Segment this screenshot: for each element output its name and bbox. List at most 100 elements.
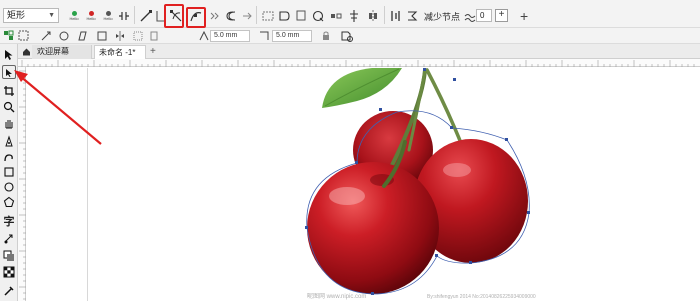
- horizontal-ruler[interactable]: [18, 59, 700, 67]
- break-curve-icon: [119, 12, 129, 20]
- transform-icon[interactable]: [40, 30, 52, 42]
- chevron-down-icon: ▼: [48, 12, 55, 19]
- add-node-label: Hello: [69, 15, 79, 21]
- reduce-nodes-button[interactable]: 减少节点: [424, 10, 460, 23]
- polygon-tool[interactable]: [2, 195, 16, 209]
- pan-tool[interactable]: [2, 116, 16, 130]
- new-tab-button[interactable]: +: [146, 45, 156, 59]
- zoom-tool[interactable]: [2, 100, 16, 114]
- artistic-media-tool[interactable]: [2, 150, 16, 164]
- pen-icon: [5, 135, 13, 147]
- mirror-vertical-button[interactable]: [388, 6, 402, 26]
- reverse-direction-button[interactable]: [240, 6, 254, 26]
- to-line-icon: [140, 10, 152, 22]
- symmetrical-node-button[interactable]: [222, 6, 238, 26]
- align-nodes-button[interactable]: [346, 6, 362, 26]
- text-icon: 字: [3, 216, 15, 228]
- highlight-box-to-curve: [164, 4, 184, 28]
- object-type-select[interactable]: 矩形 ▼: [3, 8, 59, 23]
- home-icon: [23, 48, 30, 56]
- property-bar: 矩形 ▼ Hello Hello Hello 减少节点 0 + +: [0, 0, 700, 28]
- rotate-icon[interactable]: [58, 30, 70, 42]
- rotate-nodes-icon: [331, 13, 342, 19]
- freehand-tool[interactable]: [2, 134, 16, 148]
- symmetrical-node-icon: [226, 11, 236, 21]
- width-icon: [198, 30, 210, 42]
- scale-icon[interactable]: [96, 30, 108, 42]
- extend-curve-button[interactable]: [260, 6, 276, 26]
- shadow-icon: [3, 250, 14, 261]
- delete-node-button[interactable]: Hello: [83, 6, 99, 26]
- text-tool[interactable]: 字: [2, 214, 16, 228]
- checker-icon: [3, 266, 15, 278]
- brush-icon: [4, 154, 13, 162]
- elastic-mode-button[interactable]: [404, 6, 420, 26]
- width-field[interactable]: 5.0 mm: [210, 30, 250, 42]
- smooth-node-button[interactable]: [207, 6, 221, 26]
- extract-subpath-button[interactable]: [276, 6, 292, 26]
- rectangle-icon: [4, 167, 14, 177]
- eyedropper-tool[interactable]: [2, 284, 16, 298]
- mirror-vertical-icon: [391, 11, 400, 21]
- reverse-direction-icon: [243, 12, 252, 20]
- add-icon[interactable]: +: [520, 8, 528, 24]
- rectangle-tool[interactable]: [2, 165, 16, 179]
- node-options-icon[interactable]: [340, 30, 354, 42]
- break-curve-button[interactable]: [116, 6, 132, 26]
- align-nodes-icon: [350, 10, 358, 22]
- shape-tool[interactable]: [2, 65, 16, 79]
- lock-ratio-icon[interactable]: [148, 30, 160, 42]
- highlight-box-cusp: [186, 7, 206, 28]
- rotate-nodes-button[interactable]: [328, 6, 344, 26]
- join-nodes-label: Hello: [103, 15, 113, 21]
- height-icon: [258, 30, 270, 42]
- add-button[interactable]: +: [495, 9, 508, 22]
- grid-icon[interactable]: [132, 30, 144, 42]
- join-nodes-button[interactable]: Hello: [100, 6, 116, 26]
- select-all-nodes-icon[interactable]: [18, 30, 30, 42]
- crop-icon: [4, 86, 14, 96]
- cherry-artwork[interactable]: 昵图网 www.nipic.com By:shifengyun 2014 No:…: [27, 68, 700, 301]
- elastic-mode-icon: [408, 11, 418, 21]
- ellipse-icon: [4, 182, 14, 192]
- eyedropper-icon: [4, 286, 14, 296]
- tab-untitled-document[interactable]: 未命名 -1*: [94, 45, 146, 59]
- auto-close-button[interactable]: [294, 6, 308, 26]
- extend-curve-icon: [262, 11, 274, 21]
- height-field[interactable]: 5.0 mm: [272, 30, 312, 42]
- leaf: [322, 68, 402, 108]
- auto-close-icon: [296, 10, 306, 21]
- delete-node-label: Hello: [86, 15, 96, 21]
- smooth-node-icon: [210, 12, 219, 20]
- home-tab[interactable]: [18, 45, 32, 59]
- smoothness-input[interactable]: 0: [476, 9, 492, 22]
- link-icon: [4, 234, 13, 244]
- mirror-horizontal-button[interactable]: [366, 6, 380, 26]
- crop-tool[interactable]: [2, 84, 16, 98]
- drawing-canvas[interactable]: 昵图网 www.nipic.com By:shifengyun 2014 No:…: [27, 68, 700, 301]
- ellipse-tool[interactable]: [2, 180, 16, 194]
- interactive-tool[interactable]: [2, 232, 16, 246]
- mirror-icon[interactable]: [114, 30, 126, 42]
- add-node-button[interactable]: Hello: [66, 6, 82, 26]
- to-line-button[interactable]: [138, 6, 154, 26]
- toolbox: 字: [0, 44, 18, 301]
- stretch-nodes-button[interactable]: [310, 6, 326, 26]
- lock-icon[interactable]: [320, 30, 332, 42]
- secondary-property-bar: 5.0 mm 5.0 mm: [0, 28, 700, 44]
- vertical-ruler[interactable]: [18, 67, 26, 301]
- node-grid-icon[interactable]: [3, 30, 15, 42]
- mirror-horizontal-icon: [369, 10, 377, 22]
- pick-tool[interactable]: [2, 48, 16, 62]
- tab-welcome-screen[interactable]: 欢迎屏幕: [32, 45, 92, 59]
- object-type-value: 矩形: [7, 10, 26, 20]
- watermark-right: By:shifengyun 2014 No:201408262259340090…: [427, 294, 536, 300]
- transparency-tool[interactable]: [2, 265, 16, 279]
- extract-subpath-icon: [279, 11, 290, 21]
- zoom-icon: [3, 101, 15, 113]
- curve-smoothness-icon: [464, 8, 476, 28]
- shadow-tool[interactable]: [2, 249, 16, 263]
- skew-icon[interactable]: [76, 30, 88, 42]
- shape-tool-icon: [5, 68, 12, 77]
- hand-icon: [5, 120, 13, 129]
